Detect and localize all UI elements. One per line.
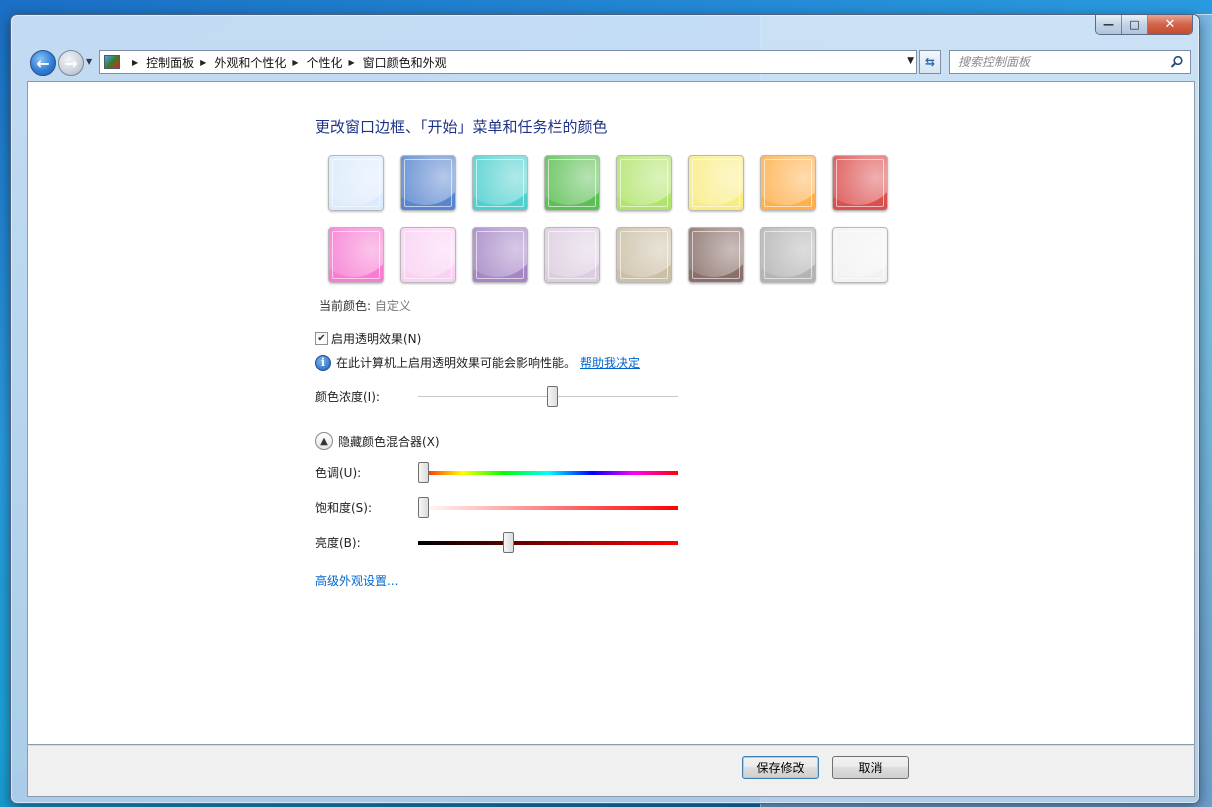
- color-swatch-lime[interactable]: [616, 155, 672, 211]
- color-swatch-pumpkin[interactable]: [760, 155, 816, 211]
- hue-slider-thumb[interactable]: [418, 462, 429, 483]
- collapse-chevron-up-icon[interactable]: ▲: [315, 432, 333, 450]
- breadcrumb-chevron-icon[interactable]: ▶: [132, 58, 138, 67]
- brightness-label: 亮度(B):: [315, 536, 361, 550]
- intensity-slider-thumb[interactable]: [547, 386, 558, 407]
- color-swatch-ruby[interactable]: [832, 155, 888, 211]
- close-button[interactable]: ✕: [1148, 15, 1192, 34]
- saturation-slider-thumb[interactable]: [418, 497, 429, 518]
- color-swatch-violet[interactable]: [472, 227, 528, 283]
- transparency-checkbox[interactable]: ✔: [315, 332, 328, 345]
- breadcrumb-personalization[interactable]: 个性化: [307, 54, 343, 71]
- mixer-toggle-row: ▲ 隐藏颜色混合器(X): [315, 432, 440, 450]
- info-icon: i: [315, 354, 331, 371]
- color-swatch-grid: [328, 155, 898, 283]
- brightness-slider-thumb[interactable]: [503, 532, 514, 553]
- forward-arrow-icon: →: [64, 53, 78, 73]
- minimize-button[interactable]: —: [1096, 15, 1122, 34]
- color-swatch-chocolate[interactable]: [688, 227, 744, 283]
- color-swatch-slate[interactable]: [760, 227, 816, 283]
- forward-button[interactable]: →: [58, 50, 84, 76]
- search-icon[interactable]: [1170, 55, 1184, 69]
- hue-label: 色调(U):: [315, 466, 362, 480]
- breadcrumb-chevron-icon[interactable]: ▶: [292, 58, 298, 67]
- back-button[interactable]: ←: [30, 50, 56, 76]
- control-panel-window: — □ ✕ ← → ▼ ▶ 控制面板 ▶ 外观和个性化 ▶ 个性化 ▶ 窗口颜色…: [10, 14, 1200, 804]
- color-swatch-sky[interactable]: [328, 155, 384, 211]
- current-color: 当前颜色: 自定义: [319, 297, 411, 314]
- breadcrumb-chevron-icon[interactable]: ▶: [349, 58, 355, 67]
- refresh-button[interactable]: ⇆: [919, 50, 941, 74]
- maximize-button[interactable]: □: [1122, 15, 1148, 34]
- search-input[interactable]: [958, 55, 1158, 69]
- breadcrumb-chevron-icon[interactable]: ▶: [200, 58, 206, 67]
- current-color-label: 当前颜色:: [319, 299, 372, 313]
- saturation-slider[interactable]: [418, 497, 678, 518]
- back-arrow-icon: ←: [36, 53, 50, 73]
- caption-buttons: — □ ✕: [1095, 15, 1193, 35]
- transparency-label[interactable]: 启用透明效果(N): [331, 330, 421, 347]
- control-panel-icon: [104, 55, 120, 69]
- color-swatch-leaf[interactable]: [544, 155, 600, 211]
- search-box[interactable]: [949, 50, 1191, 74]
- color-swatch-fuchsia[interactable]: [328, 227, 384, 283]
- color-swatch-taupe[interactable]: [616, 227, 672, 283]
- breadcrumb-window-color[interactable]: 窗口颜色和外观: [363, 54, 447, 71]
- color-swatch-lavender[interactable]: [544, 227, 600, 283]
- mixer-toggle-label[interactable]: 隐藏颜色混合器(X): [338, 433, 440, 450]
- info-text: 在此计算机上启用透明效果可能会影响性能。: [336, 356, 577, 370]
- current-color-value: 自定义: [374, 299, 411, 313]
- transparency-row: ✔ 启用透明效果(N): [315, 330, 421, 347]
- help-me-decide-link[interactable]: 帮助我决定: [580, 354, 640, 371]
- info-row: i 在此计算机上启用透明效果可能会影响性能。 帮助我决定: [315, 354, 640, 371]
- intensity-slider[interactable]: [418, 386, 678, 407]
- hue-slider[interactable]: [418, 462, 678, 483]
- content-pane: 更改窗口边框、「开始」菜单和任务栏的颜色 当前颜色: 自定义 ✔ 启用透明效果(…: [27, 81, 1195, 745]
- saturation-label: 饱和度(S):: [315, 501, 373, 515]
- color-swatch-sun[interactable]: [688, 155, 744, 211]
- address-bar[interactable]: ▶ 控制面板 ▶ 外观和个性化 ▶ 个性化 ▶ 窗口颜色和外观 ▼: [99, 50, 917, 74]
- color-swatch-frost[interactable]: [832, 227, 888, 283]
- footer-bar: 保存修改 取消: [27, 745, 1195, 797]
- recent-pages-dropdown-icon[interactable]: ▼: [86, 57, 92, 66]
- breadcrumb-appearance[interactable]: 外观和个性化: [214, 54, 286, 71]
- cancel-button[interactable]: 取消: [832, 756, 909, 779]
- color-swatch-sea[interactable]: [472, 155, 528, 211]
- intensity-label: 颜色浓度(I):: [315, 390, 380, 404]
- color-swatch-blush[interactable]: [400, 227, 456, 283]
- address-dropdown-icon[interactable]: ▼: [907, 56, 914, 66]
- breadcrumb-control-panel[interactable]: 控制面板: [146, 54, 194, 71]
- color-swatch-twilight[interactable]: [400, 155, 456, 211]
- breadcrumb: ▶ 控制面板 ▶ 外观和个性化 ▶ 个性化 ▶ 窗口颜色和外观: [126, 54, 447, 71]
- page-title: 更改窗口边框、「开始」菜单和任务栏的颜色: [315, 118, 608, 136]
- brightness-slider[interactable]: [418, 532, 678, 553]
- refresh-icon: ⇆: [924, 55, 936, 69]
- save-button[interactable]: 保存修改: [742, 756, 819, 779]
- checkmark-icon: ✔: [317, 333, 326, 344]
- advanced-appearance-link[interactable]: 高级外观设置...: [315, 572, 398, 589]
